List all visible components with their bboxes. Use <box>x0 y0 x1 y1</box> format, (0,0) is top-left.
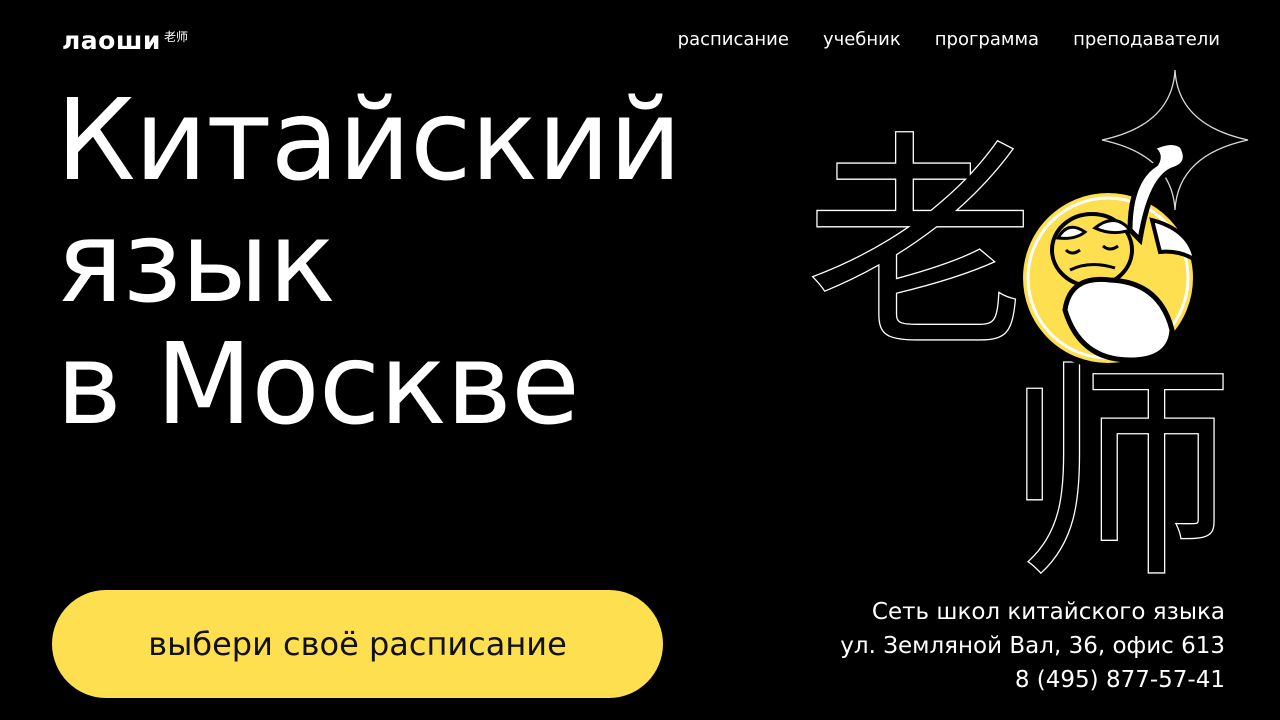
hanzi-outline-shi-glyph: 师 <box>1005 343 1235 590</box>
hero-title-line-1: Китайский <box>56 76 682 206</box>
old-teacher-mascot-icon <box>1017 140 1199 369</box>
contacts-block: Сеть школ китайского языка ул. Земляной … <box>840 595 1225 697</box>
hanzi-outline-lao-glyph: 老 <box>805 113 1035 380</box>
school-phone[interactable]: 8 (495) 877-57-41 <box>840 663 1225 697</box>
hero-title-line-3: в Москве <box>56 320 580 450</box>
nav-link-schedule[interactable]: расписание <box>678 28 789 52</box>
logo[interactable]: лаоши 老师 <box>62 26 188 56</box>
nav-link-program[interactable]: программа <box>935 28 1039 52</box>
logo-hanzi: 老师 <box>163 30 188 44</box>
hero-title-line-2: язык <box>56 198 336 328</box>
top-nav: расписание учебник программа преподавате… <box>678 28 1220 52</box>
laoshi-illustration: 老师 老 师 <box>804 69 1249 590</box>
school-tagline: Сеть школ китайского языка <box>871 599 1225 625</box>
logo-text: лаоши <box>62 26 161 55</box>
nav-link-teachers[interactable]: преподаватели <box>1073 28 1220 52</box>
hero-title: Китайский язык в Москве <box>56 76 682 450</box>
school-address: ул. Земляной Вал, 36, офис 613 <box>840 633 1225 659</box>
choose-schedule-button[interactable]: выбери своё расписание <box>52 590 663 698</box>
nav-link-textbook[interactable]: учебник <box>823 28 901 52</box>
